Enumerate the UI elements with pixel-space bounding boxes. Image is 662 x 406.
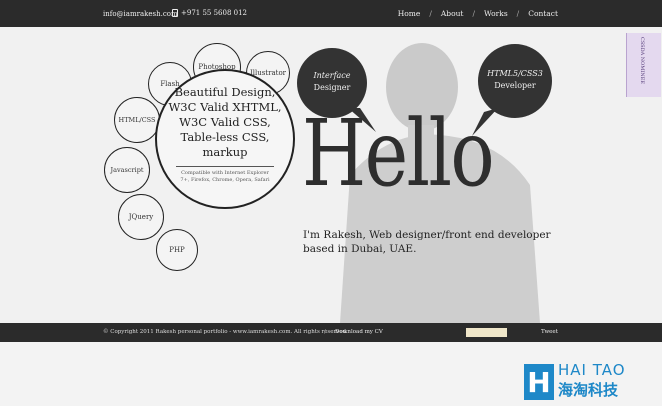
phone-icon [172,9,178,17]
hello-heading: Hello [302,100,495,207]
phone-number: +971 55 5608 012 [181,9,247,17]
browser-compat: Compatible with Internet Explorer 7+, Fi… [180,170,270,183]
features-headline: Beautiful Design, W3C Valid XHTML, W3C V… [168,85,282,159]
copyright-text: © Copyright 2011 Rakesh personal portfol… [103,329,348,335]
footer-like-box[interactable] [466,328,507,337]
haitao-logo: H HAI TAO 海淘科技 [524,359,634,403]
skill-php: PHP [156,229,198,271]
phone-info: +971 55 5608 012 [172,9,247,17]
top-bar: info@iamrakesh.com +971 55 5608 012 Home… [0,0,662,27]
cssda-ribbon[interactable]: CSSDA NOMINEE [626,33,661,97]
logo-mark: H [524,364,554,400]
logo-text-en: HAI TAO [558,361,626,379]
features-circle: Beautiful Design, W3C Valid XHTML, W3C V… [155,69,295,209]
nav-contact[interactable]: Contact [528,9,558,18]
nav-works[interactable]: Works [484,9,508,18]
download-cv-link[interactable]: Download my CV [335,329,383,335]
bubble-designer-line1: Interface [313,71,351,80]
nav-home[interactable]: Home [398,9,421,18]
main-nav: Home / About / Works / Contact [397,9,558,18]
skill-javascript: Javascript [104,147,150,193]
skill-html-css: HTML/CSS [114,97,160,143]
bubble-designer-line2: Designer [313,83,351,92]
tweet-button[interactable]: Tweet [541,329,558,335]
footer: © Copyright 2011 Rakesh personal portfol… [0,323,662,342]
divider [176,166,274,167]
footer-separator: / [324,329,326,335]
bubble-developer-line1: HTML5/CSS3 [487,69,543,78]
bubble-developer-line2: Developer [494,81,536,90]
intro-text: I'm Rakesh, Web designer/front end devel… [303,229,551,255]
ribbon-label: CSSDA NOMINEE [639,37,645,85]
logo-text-cn: 海淘科技 [558,381,619,399]
nav-about[interactable]: About [441,9,464,18]
skill-jquery: JQuery [118,194,164,240]
email-link[interactable]: info@iamrakesh.com [103,10,178,18]
